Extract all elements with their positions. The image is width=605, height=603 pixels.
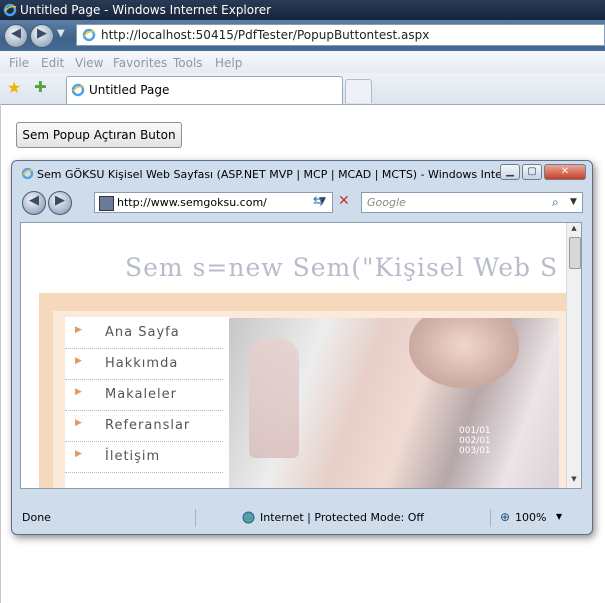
tab-ie-icon [71,83,85,97]
nav-item-label: Hakkımda [105,356,179,371]
nav-item-iletisim[interactable]: ▶ İletişim [65,441,223,473]
menu-bar: File Edit View Favorites Tools Help [0,51,605,74]
scroll-down-icon[interactable]: ▼ [568,475,580,485]
back-button[interactable]: ◀ [4,24,28,48]
vertical-scroll-thumb[interactable] [569,237,581,269]
window-title: Untitled Page - Windows Internet Explore… [20,3,272,17]
favorites-star-icon[interactable]: ★ [7,78,21,97]
maximize-button[interactable]: ▢ [522,164,542,180]
close-button[interactable]: ✕ [544,164,586,180]
zoom-dropdown-icon[interactable]: ▼ [556,512,562,521]
address-bar[interactable]: http://localhost:50415/PdfTester/PopupBu… [76,24,605,46]
photo-overlay-text: 001/01 002/01 003/01 [459,426,491,456]
window-titlebar: Untitled Page - Windows Internet Explore… [0,0,605,20]
popup-title: Sem GÖKSU Kişisel Web Sayfası (ASP.NET M… [37,168,515,181]
popup-ie-icon [21,167,34,180]
nav-item-label: Ana Sayfa [105,325,180,340]
photo-face [409,318,519,388]
status-done: Done [22,511,51,524]
history-dropdown-icon[interactable]: ▼ [57,28,65,39]
status-zone: Internet | Protected Mode: Off [260,511,424,524]
globe-icon [242,511,255,524]
popup-back-button[interactable]: ◀ [22,191,46,215]
menu-help[interactable]: Help [215,56,242,70]
site-favicon-icon [99,196,114,211]
search-placeholder: Google [367,196,406,209]
status-separator [195,509,196,527]
nav-arrow-icon: ▶ [75,387,82,397]
ie-logo-icon [3,3,17,17]
menu-view[interactable]: View [75,56,103,70]
back-arrow-icon: ◀ [11,26,21,41]
popup-back-icon: ◀ [29,193,39,208]
scroll-up-icon[interactable]: ▲ [568,224,580,234]
nav-item-ana-sayfa[interactable]: ▶ Ana Sayfa [65,317,223,349]
overlay-line: 002/01 [459,436,491,446]
nav-arrow-icon: ▶ [75,325,82,335]
refresh-icon[interactable]: ⇆ [313,194,324,209]
popup-status-bar: Done Internet | Protected Mode: Off ⊕ 10… [20,508,582,528]
menu-edit[interactable]: Edit [41,56,64,70]
photo-hand [249,338,299,458]
popup-window: Sem GÖKSU Kişisel Web Sayfası (ASP.NET M… [11,160,593,535]
page-icon [82,28,96,42]
popup-search-box[interactable]: Google ⌕ ▼ [361,192,583,213]
menu-tools[interactable]: Tools [173,56,203,70]
popup-forward-icon: ▶ [55,193,65,208]
zoom-icon: ⊕ [500,510,511,524]
horizontal-scrollbar[interactable]: ◀ ▶ [21,488,566,489]
status-separator [490,509,491,527]
nav-arrow-icon: ▶ [75,449,82,459]
stop-icon[interactable]: ✕ [338,193,350,209]
popup-forward-button[interactable]: ▶ [48,191,72,215]
status-zoom[interactable]: 100% [515,511,546,524]
popup-content-area: Sem s=new Sem("Kişisel Web S ▶ Ana Sayfa… [20,222,582,489]
overlay-line: 003/01 [459,446,491,456]
nav-item-referanslar[interactable]: ▶ Referanslar [65,410,223,442]
add-favorite-icon[interactable]: ✚ [34,78,47,96]
site-header-photo: 001/01 002/01 003/01 [229,318,559,488]
new-tab-button[interactable] [345,79,372,103]
overlay-line: 001/01 [459,426,491,436]
popup-address-bar[interactable]: http://www.semgoksu.com/ ▼ [94,192,333,213]
tab-untitled-page[interactable]: Untitled Page [66,76,343,104]
nav-item-hakkimda[interactable]: ▶ Hakkımda [65,348,223,380]
forward-button[interactable]: ▶ [30,24,54,48]
site-banner: Sem s=new Sem("Kişisel Web S [125,253,559,282]
menu-favorites[interactable]: Favorites [113,56,167,70]
tab-label: Untitled Page [89,83,170,97]
nav-item-label: İletişim [105,449,161,464]
nav-item-makaleler[interactable]: ▶ Makaleler [65,379,223,411]
popup-url: http://www.semgoksu.com/ [117,196,267,209]
search-icon[interactable]: ⌕ [552,195,559,210]
vertical-scrollbar[interactable]: ▲ ▼ [566,223,581,488]
open-popup-button[interactable]: Sem Popup Açtıran Buton [16,122,182,148]
address-url: http://localhost:50415/PdfTester/PopupBu… [101,28,430,42]
minimize-button[interactable]: ▁ [500,164,520,180]
page-border [0,104,1,603]
nav-arrow-icon: ▶ [75,356,82,366]
nav-arrow-icon: ▶ [75,418,82,428]
forward-arrow-icon: ▶ [37,26,47,41]
search-dropdown-icon[interactable]: ▼ [570,197,577,207]
menu-file[interactable]: File [9,56,29,70]
site-nav-menu: ▶ Ana Sayfa ▶ Hakkımda ▶ Makaleler ▶ Ref… [65,317,230,488]
nav-item-label: Referanslar [105,418,191,433]
nav-item-label: Makaleler [105,387,178,402]
